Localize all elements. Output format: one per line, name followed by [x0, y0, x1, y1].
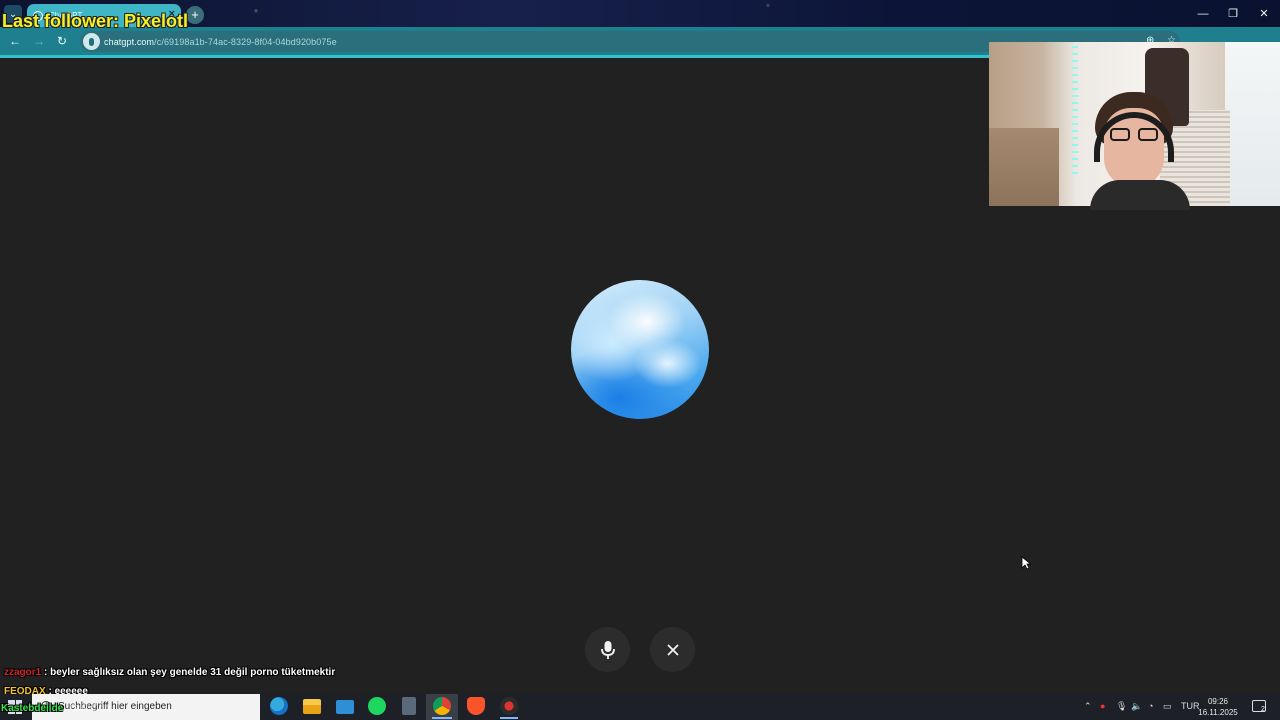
mouse-cursor-icon	[1021, 556, 1031, 570]
microphone-button[interactable]	[585, 627, 630, 672]
clock-date: 16.11.2025	[1198, 708, 1238, 717]
voice-mode-orb	[571, 280, 709, 419]
notification-count-badge: 2	[1261, 706, 1265, 713]
url-path: /c/69198a1b-74ac-8329-8f04-04bd920b075e	[154, 37, 337, 47]
tray-volume-icon[interactable]: 🔈	[1131, 701, 1142, 712]
webcam-person-shirt	[1090, 180, 1190, 210]
obs-icon[interactable]	[500, 697, 518, 715]
last-follower-overlay: Last follower: Pixelotl	[2, 11, 189, 31]
spotify-icon[interactable]	[368, 697, 386, 715]
obs-active-indicator	[500, 717, 518, 719]
chrome-icon[interactable]	[433, 697, 451, 715]
webcam-glasses	[1110, 128, 1160, 142]
chat-separator: :	[41, 667, 51, 678]
tray-overflow-chevron-icon[interactable]: ⌃	[1084, 701, 1092, 712]
end-voice-button[interactable]	[650, 627, 695, 672]
chrome-active-indicator	[432, 717, 452, 719]
new-tab-button[interactable]: +	[186, 6, 204, 24]
stream-name-overlay-ghost: Grilt Cort	[70, 703, 110, 714]
window-close-button[interactable]: ✕	[1249, 0, 1279, 27]
tray-recording-icon[interactable]: ●	[1100, 701, 1105, 711]
screen: ⌄ ChatGPT × + — ❐ ✕ ← → ↻ chatgpt.com/c/…	[0, 0, 1280, 720]
calculator-icon[interactable]	[402, 697, 416, 715]
webcam-shelf	[989, 128, 1059, 206]
brave-icon[interactable]	[467, 697, 485, 715]
microphone-icon	[600, 640, 615, 659]
reload-icon[interactable]: ↻	[54, 33, 70, 49]
tray-network-icon[interactable]: ◔	[1148, 701, 1153, 711]
stream-name-overlay: Kastebdeilde	[1, 703, 64, 714]
webcam-led-strip	[1072, 46, 1078, 176]
tray-battery-icon[interactable]: ▭	[1163, 701, 1172, 712]
mail-app-icon[interactable]	[336, 700, 354, 714]
forward-arrow-icon[interactable]: →	[31, 33, 47, 49]
file-explorer-icon[interactable]	[303, 699, 321, 714]
window-minimize-button[interactable]: —	[1188, 0, 1218, 27]
close-icon	[666, 643, 679, 656]
back-arrow-icon[interactable]: ←	[7, 33, 23, 49]
url-domain: chatgpt.com	[104, 37, 155, 47]
chat-username: zzagor1	[4, 667, 42, 678]
edge-app-icon[interactable]	[270, 697, 288, 715]
taskbar-clock[interactable]: 09:26 16.11.2025	[1196, 696, 1240, 718]
tray-microphone-icon[interactable]: 🎙	[1116, 701, 1127, 712]
site-info-icon[interactable]	[83, 33, 100, 50]
window-restore-button[interactable]: ❐	[1218, 0, 1248, 27]
webcam-window	[1225, 42, 1280, 206]
chat-text: beyler sağlıksız olan şey genelde 31 değ…	[50, 667, 336, 678]
clock-time: 09:26	[1207, 697, 1229, 706]
address-bar-url[interactable]: chatgpt.com/c/69198a1b-74ac-8329-8f04-04…	[104, 37, 337, 47]
chat-message: zzagor1 : beyler sağlıksız olan şey gene…	[4, 667, 335, 678]
